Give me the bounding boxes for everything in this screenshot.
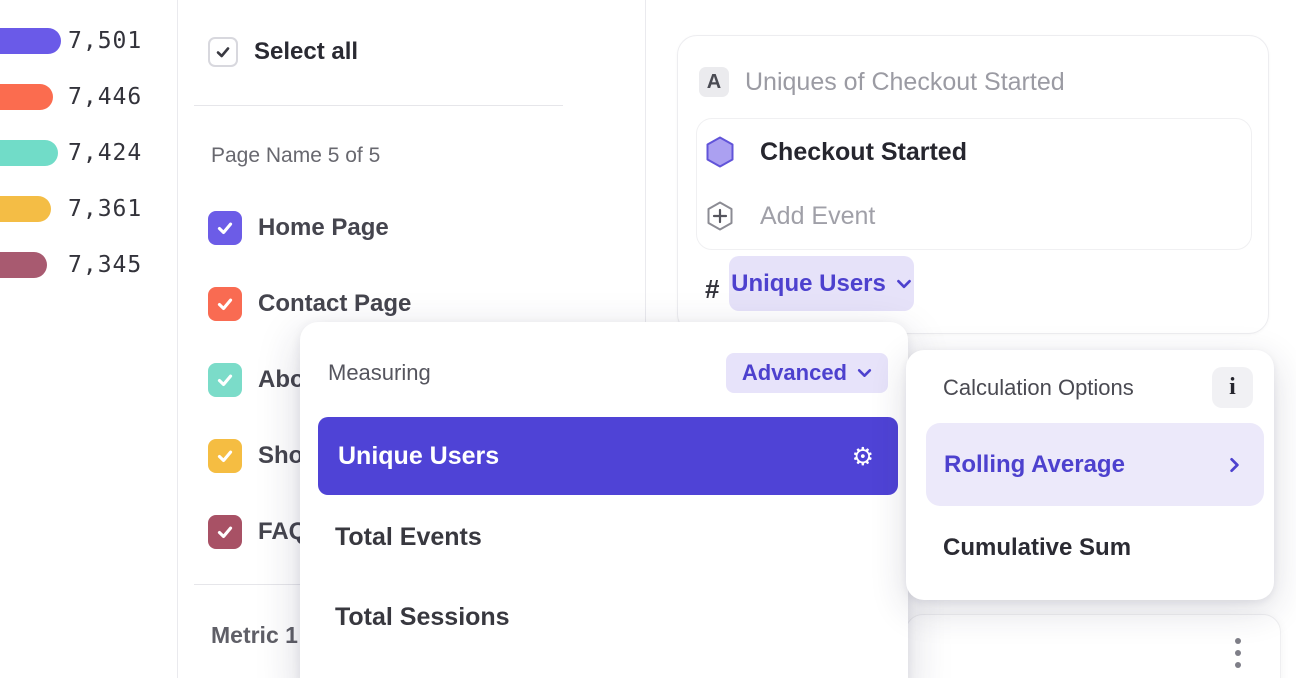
event-hexagon-icon xyxy=(706,136,734,168)
legend-bar xyxy=(0,252,47,278)
option-total-sessions[interactable]: Total Sessions xyxy=(335,602,510,632)
gear-icon[interactable]: ⚙ xyxy=(852,444,874,469)
filter-item-contact-page[interactable]: Contact Page xyxy=(208,287,411,321)
series-badge: A xyxy=(699,67,729,97)
measurement-dropdown[interactable]: Unique Users xyxy=(729,256,914,311)
add-event-label: Add Event xyxy=(760,202,875,231)
calculation-header: Calculation Options i xyxy=(943,367,1253,408)
advanced-mode-dropdown[interactable]: Advanced xyxy=(726,353,888,393)
legend-bar xyxy=(0,140,58,166)
measurement-value: Unique Users xyxy=(731,270,886,298)
filter-item-home-page[interactable]: Home Page xyxy=(208,211,389,245)
filter-checkbox[interactable] xyxy=(208,211,242,245)
chevron-down-icon xyxy=(896,279,912,289)
metric-footer-label: Metric 1 xyxy=(211,622,298,649)
analytics-screen: 7,501 7,446 7,424 7,361 7,345 Select all… xyxy=(0,0,1296,678)
check-icon xyxy=(215,218,235,238)
event-card: Checkout Started Add Event xyxy=(696,118,1252,250)
measuring-title: Measuring xyxy=(328,360,431,386)
calculation-title: Calculation Options xyxy=(943,375,1134,401)
chevron-right-icon xyxy=(1229,457,1240,473)
series-title-input[interactable]: Uniques of Checkout Started xyxy=(745,67,1065,97)
check-icon xyxy=(215,370,235,390)
filter-checkbox[interactable] xyxy=(208,363,242,397)
query-builder-card: A Uniques of Checkout Started Checkout S… xyxy=(677,35,1269,334)
option-rolling-average[interactable]: Rolling Average xyxy=(926,423,1264,506)
filter-checkbox[interactable] xyxy=(208,439,242,473)
check-icon xyxy=(215,294,235,314)
calculation-options-popover: Calculation Options i Rolling Average Cu… xyxy=(906,350,1274,600)
option-label: Total Sessions xyxy=(335,603,510,632)
option-label: Rolling Average xyxy=(944,451,1125,479)
legend-value: 7,446 xyxy=(68,84,142,110)
filter-item-label: Home Page xyxy=(258,214,389,242)
breakdown-card xyxy=(905,614,1281,678)
check-icon xyxy=(214,43,232,61)
filter-checkbox[interactable] xyxy=(208,287,242,321)
event-name: Checkout Started xyxy=(760,138,967,167)
filter-item-label: Contact Page xyxy=(258,290,411,318)
select-all-label: Select all xyxy=(254,38,358,66)
legend-value: 7,501 xyxy=(68,28,142,54)
legend-bar xyxy=(0,28,61,54)
select-all-row[interactable]: Select all xyxy=(208,37,358,67)
divider xyxy=(194,105,563,106)
add-event-row[interactable]: Add Event xyxy=(706,200,875,232)
check-icon xyxy=(215,446,235,466)
event-row[interactable]: Checkout Started xyxy=(706,136,967,168)
group-label: Page Name 5 of 5 xyxy=(211,144,380,168)
info-icon[interactable]: i xyxy=(1212,367,1253,408)
option-cumulative-sum[interactable]: Cumulative Sum xyxy=(943,533,1131,563)
add-event-icon xyxy=(706,200,734,232)
advanced-mode-label: Advanced xyxy=(742,360,847,386)
legend-value: 7,345 xyxy=(68,252,142,278)
kebab-menu-icon[interactable] xyxy=(1235,638,1241,668)
select-all-checkbox[interactable] xyxy=(208,37,238,67)
option-label: Unique Users xyxy=(338,442,499,471)
measuring-header: Measuring Advanced xyxy=(328,353,888,393)
option-total-events[interactable]: Total Events xyxy=(335,522,482,552)
legend-value: 7,424 xyxy=(68,140,142,166)
chevron-down-icon xyxy=(857,368,872,378)
measurement-hash-icon: # xyxy=(705,274,719,304)
option-unique-users-selected[interactable]: Unique Users ⚙ xyxy=(318,417,898,495)
check-icon xyxy=(215,522,235,542)
option-label: Total Events xyxy=(335,523,482,552)
filter-checkbox[interactable] xyxy=(208,515,242,549)
measuring-dropdown-panel: Measuring Advanced Unique Users ⚙ Total … xyxy=(300,322,908,678)
legend-bar xyxy=(0,196,51,222)
legend-value: 7,361 xyxy=(68,196,142,222)
legend-bar xyxy=(0,84,53,110)
legend-divider xyxy=(177,0,178,678)
option-label: Cumulative Sum xyxy=(943,534,1131,562)
